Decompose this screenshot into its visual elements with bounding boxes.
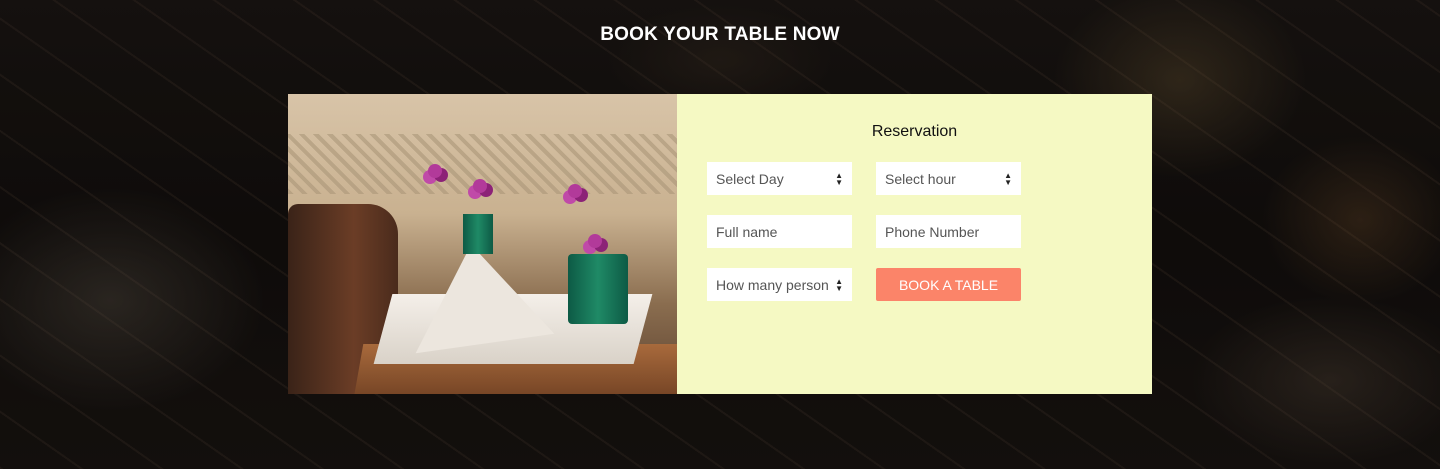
reservation-card: Reservation Select Day ▲ ▼ Select hour ▲ ▼… (288, 94, 1152, 394)
day-select[interactable]: Select Day ▲ ▼ (707, 162, 852, 195)
full-name-placeholder: Full name (716, 223, 778, 240)
full-name-input[interactable]: Full name (707, 215, 852, 248)
select-arrows-icon: ▲ ▼ (835, 276, 843, 293)
select-arrows-icon: ▲ ▼ (1004, 170, 1012, 187)
restaurant-table-photo (288, 94, 677, 394)
day-select-value: Select Day (716, 170, 784, 187)
phone-number-placeholder: Phone Number (885, 223, 980, 240)
persons-select-value: How many person's (716, 276, 828, 293)
hour-select[interactable]: Select hour ▲ ▼ (876, 162, 1021, 195)
section-title: BOOK YOUR TABLE NOW (600, 24, 840, 45)
book-table-button[interactable]: BOOK A TABLE (876, 268, 1021, 301)
reservation-title: Reservation (871, 123, 958, 140)
phone-number-input[interactable]: Phone Number (876, 215, 1021, 248)
persons-select[interactable]: How many person's ▲ ▼ (707, 268, 852, 301)
reservation-form: Reservation Select Day ▲ ▼ Select hour ▲ ▼… (677, 94, 1152, 394)
select-arrows-icon: ▲ ▼ (835, 170, 843, 187)
hour-select-value: Select hour (885, 170, 956, 187)
